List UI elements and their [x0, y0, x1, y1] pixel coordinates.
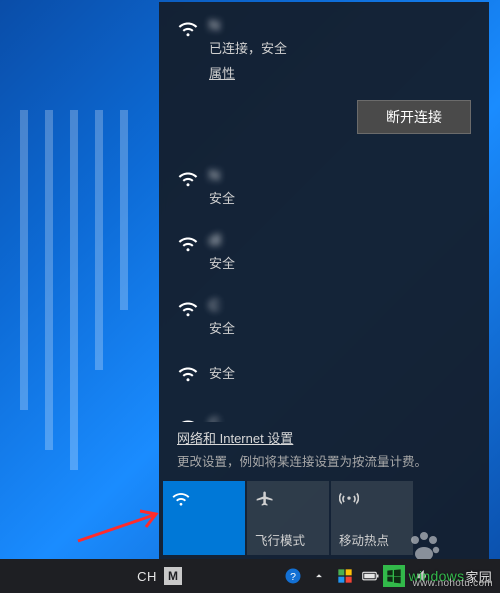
help-tray-icon[interactable]: ?: [280, 559, 306, 593]
airplane-icon: [255, 489, 275, 512]
watermark-site: www.nohotu.com: [413, 578, 493, 589]
source-watermark: windows 家园 www.nohotu.com: [383, 565, 492, 587]
network-item[interactable]: 安全: [159, 351, 489, 404]
network-ssid: C: [209, 296, 471, 316]
wifi-icon: [177, 296, 209, 325]
security-tray-icon[interactable]: [332, 559, 358, 593]
network-item[interactable]: N 安全: [159, 156, 489, 221]
network-item[interactable]: C 安全: [159, 286, 489, 351]
airplane-tile[interactable]: 飞行模式: [247, 481, 329, 555]
network-status: 安全: [209, 363, 471, 382]
hotspot-icon: [339, 489, 359, 512]
svg-text:?: ?: [290, 571, 296, 583]
network-ssid: N: [209, 16, 471, 36]
network-status: 安全: [209, 188, 471, 207]
network-settings-desc: 更改设置，例如将某连接设置为按流量计费。: [177, 451, 471, 470]
network-status: 安全: [209, 318, 471, 337]
network-item-connected[interactable]: N 已连接，安全 属性: [159, 6, 489, 96]
ime-language-indicator[interactable]: CH: [134, 559, 160, 593]
network-status: 安全: [209, 253, 471, 272]
wifi-icon: [177, 16, 209, 45]
annotation-arrow: [74, 505, 164, 545]
network-ssid: dl: [209, 231, 471, 251]
airplane-tile-label: 飞行模式: [255, 530, 305, 549]
battery-tray-icon[interactable]: [358, 559, 384, 593]
network-properties-link[interactable]: 属性: [209, 63, 471, 82]
network-flyout: N 已连接，安全 属性 断开连接 N 安全 dl 安全: [159, 2, 489, 559]
network-settings-link[interactable]: 网络和 Internet 设置: [177, 428, 293, 447]
network-list: N 已连接，安全 属性 断开连接 N 安全 dl 安全: [159, 2, 489, 422]
ime-mode-indicator[interactable]: M: [160, 559, 186, 593]
network-ssid: N: [209, 166, 471, 186]
wifi-icon: [171, 489, 191, 512]
network-status: 已连接，安全: [209, 38, 471, 57]
network-item[interactable]: C: [159, 404, 489, 422]
wifi-icon: [177, 166, 209, 195]
tray-overflow-chevron-icon[interactable]: [306, 559, 332, 593]
wifi-tile[interactable]: [163, 481, 245, 555]
ime-mode-icon: M: [164, 567, 182, 585]
network-item[interactable]: dl 安全: [159, 221, 489, 286]
hotspot-tile-label: 移动热点: [339, 530, 389, 549]
disconnect-button[interactable]: 断开连接: [357, 100, 471, 134]
hotspot-tile[interactable]: 移动热点: [331, 481, 413, 555]
wifi-icon: [177, 231, 209, 260]
wifi-icon: [177, 414, 209, 422]
windows-flag-icon: [383, 565, 405, 587]
network-settings-area: 网络和 Internet 设置 更改设置，例如将某连接设置为按流量计费。: [159, 422, 489, 478]
network-ssid: C: [209, 414, 471, 422]
wifi-icon: [177, 361, 209, 390]
